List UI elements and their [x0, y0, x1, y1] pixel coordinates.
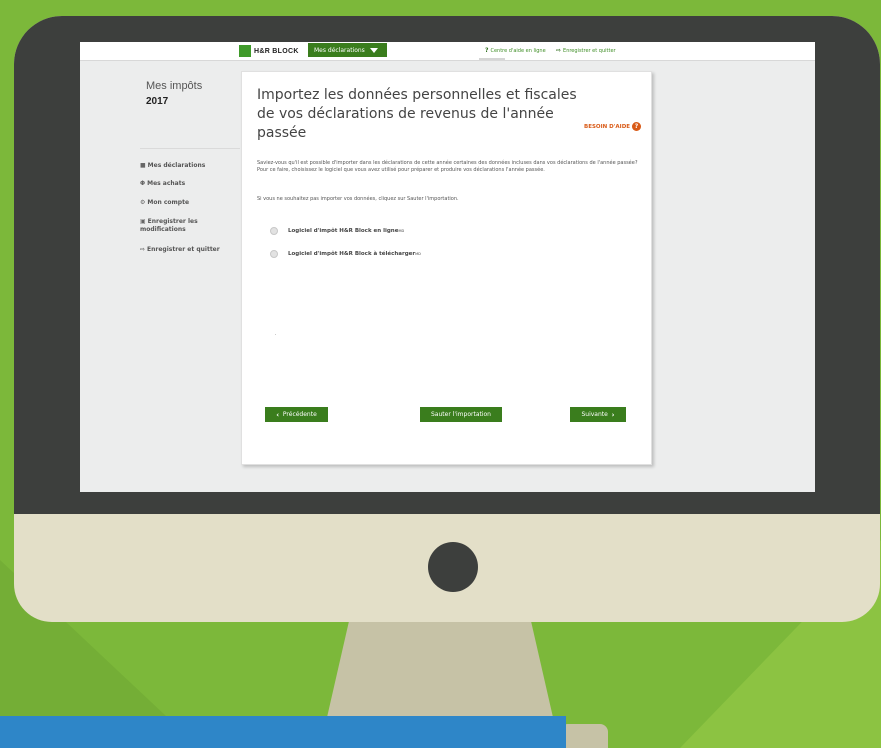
skip-import-button-label: Sauter l'importation [430, 411, 491, 418]
question-circle-icon: ? [632, 122, 642, 131]
help-center-link-label: Centre d'aide en ligne [490, 47, 546, 54]
next-button[interactable]: Suivante › [570, 407, 626, 422]
trademark-mark: MD [415, 252, 421, 256]
help-button-label: BESOIN D'AIDE [584, 123, 631, 130]
save-icon: ▣ [140, 218, 146, 225]
sidebar-item-save-and-quit[interactable]: ⇨ Enregistrer et quitter [140, 246, 230, 254]
sidebar-title: Mes impôts [146, 80, 203, 92]
option-label: Logiciel d'impôt H&R Block à télécharger [288, 251, 416, 257]
exit-icon: ⇨ [556, 47, 562, 54]
top-navigation-bar: H&R BLOCK Mes déclarations ? Centre d'ai… [80, 42, 815, 61]
help-button[interactable]: BESOIN D'AIDE ? [584, 122, 642, 131]
previous-button-label: Précédente [282, 411, 317, 418]
option-label: Logiciel d'impôt H&R Block en ligne [288, 228, 399, 234]
save-and-quit-link-label: Enregistrer et quitter [563, 47, 616, 54]
sidebar-year: 2017 [146, 96, 169, 107]
import-card: Importez les données personnelles et fis… [241, 71, 652, 465]
radio-button[interactable] [270, 250, 278, 258]
radio-button[interactable] [270, 227, 278, 235]
intro-paragraph: Saviez-vous qu'il est possible d'importe… [257, 160, 638, 173]
skip-import-button[interactable]: Sauter l'importation [420, 407, 502, 422]
brand-logo-text: H&R BLOCK [254, 47, 299, 55]
option-online-software[interactable]: Logiciel d'impôt H&R Block en ligne MD [270, 227, 404, 235]
sidebar-item-purchases[interactable]: Φ Mes achats [140, 180, 230, 188]
chevron-right-icon: › [611, 410, 615, 419]
gear-icon: ⚙ [140, 199, 146, 206]
trademark-mark: MD [398, 229, 405, 233]
previous-button[interactable]: ‹ Précédente [265, 407, 328, 422]
cart-icon: Φ [140, 180, 146, 187]
monitor-stand-base [560, 724, 608, 748]
folder-icon: ■ [140, 162, 146, 169]
placeholder-dot [275, 334, 276, 335]
sidebar-item-label: Mes achats [147, 180, 186, 187]
bottom-blue-band [0, 716, 566, 748]
sidebar-item-label: Enregistrer les modifications [140, 218, 198, 233]
question-icon: ? [485, 47, 489, 54]
sidebar-item-save-changes[interactable]: ▣ Enregistrer les modifications [140, 218, 230, 234]
app-screen: H&R BLOCK Mes déclarations ? Centre d'ai… [80, 42, 815, 492]
skip-hint-paragraph: Si vous ne souhaitez pas importer vos do… [257, 196, 459, 202]
sidebar-item-account[interactable]: ⚙ Mon compte [140, 199, 230, 207]
save-and-quit-link[interactable]: ⇨ Enregistrer et quitter [556, 47, 616, 54]
next-button-label: Suivante [581, 411, 608, 418]
page-title: Importez les données personnelles et fis… [257, 87, 577, 141]
exit-icon: ⇨ [140, 246, 146, 253]
sidebar-item-declarations[interactable]: ■ Mes déclarations [140, 162, 230, 170]
monitor-frame: H&R BLOCK Mes déclarations ? Centre d'ai… [14, 16, 880, 622]
active-tab-indicator [479, 58, 505, 60]
monitor-logo-circle [428, 542, 478, 592]
sidebar-item-label: Mes déclarations [147, 162, 206, 169]
help-center-link[interactable]: ? Centre d'aide en ligne [485, 47, 546, 54]
menu-button-label: Mes déclarations [314, 46, 365, 54]
caret-down-icon [369, 47, 378, 53]
brand-logo-square-icon [239, 45, 251, 57]
sidebar-item-label: Enregistrer et quitter [147, 246, 220, 253]
sidebar-item-label: Mon compte [147, 199, 190, 206]
sidebar-divider [140, 148, 240, 149]
brand-logo[interactable]: H&R BLOCK [239, 45, 299, 57]
chevron-left-icon: ‹ [276, 410, 280, 419]
option-download-software[interactable]: Logiciel d'impôt H&R Block à télécharger… [270, 250, 421, 258]
mes-declarations-menu-button[interactable]: Mes déclarations [308, 43, 387, 57]
